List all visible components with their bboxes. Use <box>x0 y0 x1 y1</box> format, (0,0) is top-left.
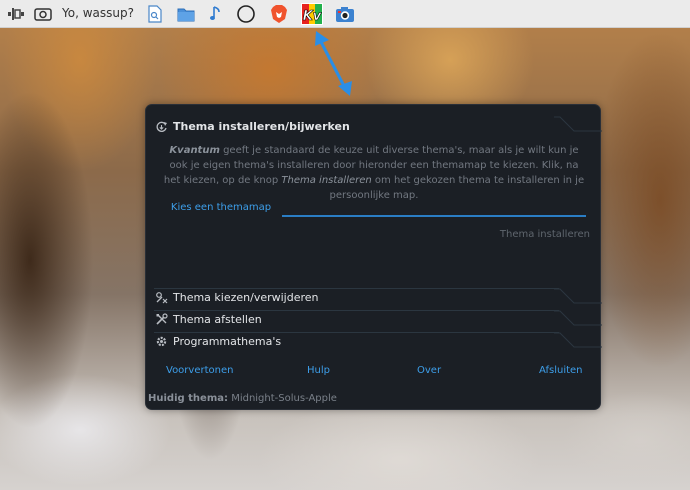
system-settings-icon[interactable] <box>6 4 26 24</box>
window-title[interactable]: Yo, wassup? <box>62 6 134 20</box>
document-viewer-icon[interactable] <box>146 4 164 24</box>
current-theme-status: Huidig thema: Midnight-Solus-Apple <box>148 393 337 404</box>
quit-button[interactable]: Afsluiten <box>539 365 583 381</box>
install-description: Kvantum geeft je standaard de keuze uit … <box>163 145 585 201</box>
current-theme-label: Huidig thema: <box>148 393 228 404</box>
section-frame <box>554 288 602 304</box>
kvantum-manager-icon[interactable]: Kv <box>300 3 324 25</box>
preview-button[interactable]: Voorvertonen <box>166 365 233 381</box>
screenshot-icon[interactable] <box>33 4 53 24</box>
circle-icon[interactable] <box>235 4 257 24</box>
section-frame <box>554 116 602 132</box>
install-section-title: Thema installeren/bijwerken <box>173 119 350 133</box>
about-button[interactable]: Over <box>417 365 441 381</box>
install-section-header[interactable]: Thema installeren/bijwerken <box>154 116 350 136</box>
folder-icon[interactable] <box>176 4 196 24</box>
kvantum-manager-window: Thema installeren/bijwerken Kvantum geef… <box>145 104 602 410</box>
tools-icon <box>154 312 168 326</box>
gear-icon <box>154 334 168 348</box>
double-arrow-annotation <box>315 31 352 96</box>
music-icon[interactable] <box>207 4 225 24</box>
svg-text:Kv: Kv <box>303 9 322 24</box>
section-app-themes[interactable]: Programmathema's <box>154 331 281 351</box>
brave-browser-icon[interactable] <box>268 4 290 24</box>
current-theme-value: Midnight-Solus-Apple <box>231 393 337 404</box>
section-theme-select[interactable]: Thema kiezen/verwijderen <box>154 287 319 307</box>
section-theme-configure[interactable]: Thema afstellen <box>154 309 262 329</box>
tab-underline <box>282 215 586 217</box>
choose-theme-folder-button[interactable]: Kies een themamap <box>166 197 276 217</box>
install-theme-button[interactable]: Thema installeren <box>492 229 590 247</box>
section-frame <box>554 332 602 348</box>
help-button[interactable]: Hulp <box>307 365 330 381</box>
theme-select-icon <box>154 290 168 304</box>
section-label: Thema kiezen/verwijderen <box>173 290 319 304</box>
section-label: Thema afstellen <box>173 312 262 326</box>
section-label: Programmathema's <box>173 334 282 348</box>
install-refresh-icon <box>154 119 168 133</box>
camera-icon[interactable] <box>334 4 356 24</box>
top-panel: Yo, wassup? Kv <box>0 0 690 28</box>
section-frame <box>554 310 602 326</box>
